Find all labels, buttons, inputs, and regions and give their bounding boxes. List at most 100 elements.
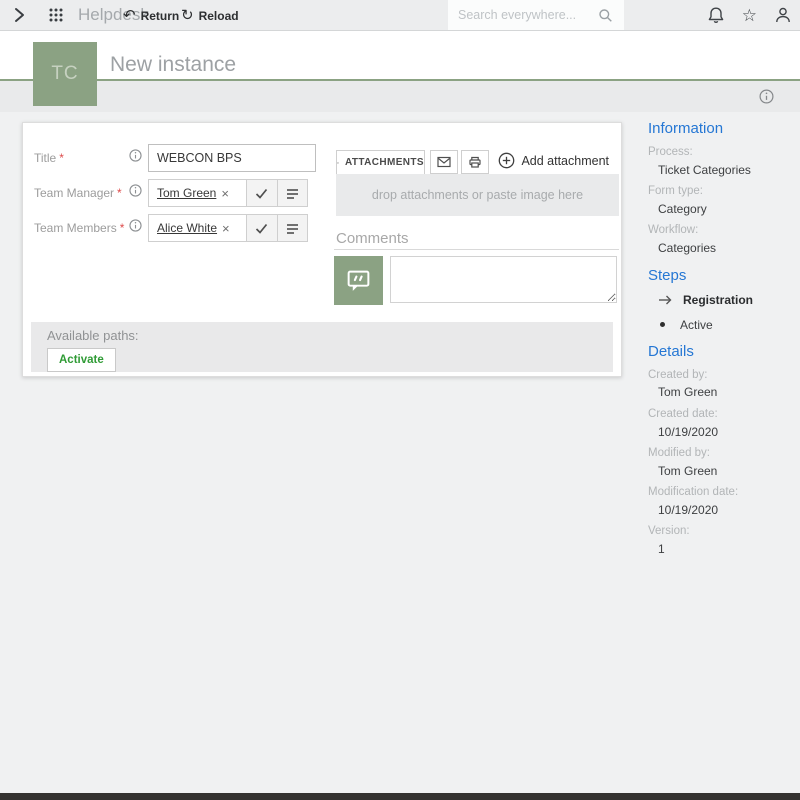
team-members-picker[interactable]: Alice White ×: [148, 214, 308, 242]
check-icon: [254, 221, 269, 236]
required-asterisk: *: [120, 221, 125, 235]
team-manager-picker[interactable]: Tom Green ×: [148, 179, 308, 207]
info-item-label: Form type:: [648, 185, 794, 199]
picker-selected-value: Tom Green ×: [149, 180, 247, 206]
list-lines-icon: [285, 221, 300, 236]
reload-button[interactable]: ↻ Reload: [181, 0, 239, 31]
step-label: Active: [680, 318, 713, 332]
title-input[interactable]: [148, 144, 316, 172]
form-card: Title* Team Manager* Tom Green × Team Me…: [22, 122, 622, 377]
available-paths-bar: Available paths: Activate: [31, 322, 613, 372]
instance-avatar: TC: [33, 42, 97, 106]
info-item-process: Process: Ticket Categories: [648, 146, 794, 177]
step-label: Registration: [683, 293, 753, 307]
team-members-field-label: Team Members*: [34, 221, 124, 235]
bottom-taskbar: [0, 793, 800, 800]
detail-item-modification-date: Modification date: 10/19/2020: [648, 486, 794, 517]
detail-item-value: Tom Green: [648, 385, 794, 399]
field-info-icon[interactable]: [129, 219, 142, 232]
close-icon[interactable]: ×: [222, 222, 230, 235]
confirm-check-button[interactable]: [247, 180, 277, 206]
picker-selected-value: Alice White ×: [149, 215, 247, 241]
detail-item-value: 1: [648, 542, 794, 556]
activate-path-button[interactable]: Activate: [47, 348, 116, 372]
profile-person-icon[interactable]: [774, 6, 792, 24]
reload-button-label: Reload: [199, 9, 239, 23]
detail-item-label: Modified by:: [648, 447, 794, 461]
tab-printouts[interactable]: [461, 150, 489, 174]
top-bar-actions: ☆: [707, 0, 792, 30]
helpdesk-page: Helpdesk ☆ TC New instance ↶ Return ↻ Re…: [0, 0, 800, 800]
info-item-value: Ticket Categories: [648, 163, 794, 177]
tab-attachments[interactable]: ATTACHMENTS: [336, 150, 425, 174]
list-lines-icon: [285, 186, 300, 201]
comments-heading: Comments: [336, 230, 409, 247]
envelope-icon: [437, 156, 451, 168]
detail-item-version: Version: 1: [648, 525, 794, 556]
step-item-next: Active: [658, 318, 794, 332]
return-button[interactable]: ↶ Return: [123, 0, 179, 31]
detail-item-label: Created date:: [648, 408, 794, 422]
dropzone-text: drop attachments or paste image here: [372, 188, 583, 202]
app-launcher-grid-icon[interactable]: [48, 7, 64, 23]
favorites-star-icon[interactable]: ☆: [742, 7, 757, 24]
field-info-icon[interactable]: [129, 184, 142, 197]
info-item-value: Categories: [648, 241, 794, 255]
detail-item-label: Version:: [648, 525, 794, 539]
paperclip-icon: [337, 156, 339, 170]
information-heading: Information: [648, 120, 794, 137]
comments-textarea[interactable]: [390, 256, 617, 303]
bullet-icon: [660, 322, 665, 327]
add-attachment-label: Add attachment: [521, 154, 609, 168]
required-asterisk: *: [59, 151, 64, 165]
field-info-icon[interactable]: [129, 149, 142, 162]
info-sidebar: Information Process: Ticket Categories F…: [648, 120, 794, 565]
arrow-right-icon: [658, 294, 674, 306]
info-item-label: Workflow:: [648, 224, 794, 238]
reload-arrow-icon: ↻: [181, 8, 194, 23]
info-item-workflow: Workflow: Categories: [648, 224, 794, 255]
selected-person-link[interactable]: Alice White: [157, 221, 217, 235]
details-heading: Details: [648, 343, 794, 360]
notifications-bell-icon[interactable]: [707, 6, 725, 24]
info-item-label: Process:: [648, 146, 794, 160]
selected-person-link[interactable]: Tom Green: [157, 186, 216, 200]
form-info-icon[interactable]: [759, 89, 774, 104]
title-field-label: Title*: [34, 151, 64, 165]
pick-from-list-button[interactable]: [277, 180, 308, 206]
info-item-value: Category: [648, 202, 794, 216]
detail-item-created-by: Created by: Tom Green: [648, 369, 794, 400]
comments-divider: [334, 249, 619, 250]
tab-attachments-label: ATTACHMENTS: [345, 157, 424, 168]
confirm-check-button[interactable]: [247, 215, 277, 241]
detail-item-label: Modification date:: [648, 486, 794, 500]
comment-bubble-tile: [334, 256, 383, 305]
add-attachment-button[interactable]: Add attachment: [498, 152, 609, 169]
pick-from-list-button[interactable]: [277, 215, 308, 241]
detail-item-label: Created by:: [648, 369, 794, 383]
tab-email-conversations[interactable]: [430, 150, 458, 174]
printer-icon: [468, 155, 482, 169]
step-item-current: Registration: [658, 293, 794, 307]
detail-item-value: 10/19/2020: [648, 425, 794, 439]
page-title: New instance: [110, 53, 236, 77]
attachments-dropzone[interactable]: drop attachments or paste image here: [336, 174, 619, 216]
detail-item-value: 10/19/2020: [648, 503, 794, 517]
detail-item-created-date: Created date: 10/19/2020: [648, 408, 794, 439]
return-arrow-icon: ↶: [123, 8, 136, 23]
available-paths-label: Available paths:: [47, 328, 613, 343]
expand-menu-chevron-icon[interactable]: [11, 6, 29, 24]
top-bar: Helpdesk ☆: [0, 0, 800, 31]
search-input[interactable]: [448, 0, 596, 30]
steps-heading: Steps: [648, 267, 794, 284]
check-icon: [254, 186, 269, 201]
required-asterisk: *: [117, 186, 122, 200]
plus-circle-icon: [498, 152, 515, 169]
form-toolbar: [0, 81, 800, 112]
detail-item-value: Tom Green: [648, 464, 794, 478]
team-manager-field-label: Team Manager*: [34, 186, 122, 200]
detail-item-modified-by: Modified by: Tom Green: [648, 447, 794, 478]
search-icon[interactable]: [598, 8, 613, 23]
speech-bubble-icon: [345, 267, 372, 294]
close-icon[interactable]: ×: [221, 187, 229, 200]
